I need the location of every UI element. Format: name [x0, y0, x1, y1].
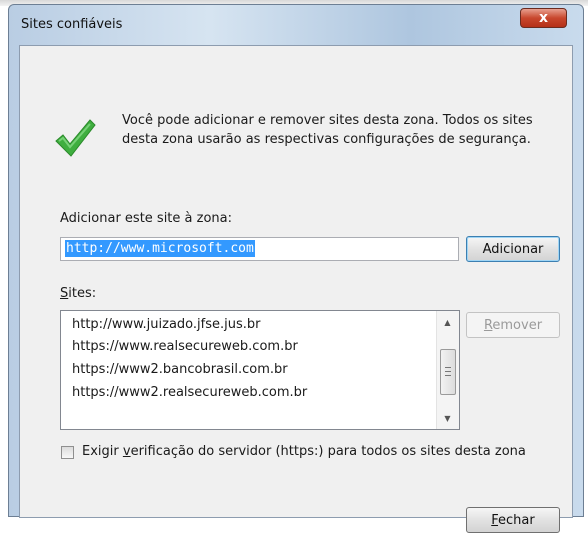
- scroll-grip-icon: [445, 367, 451, 376]
- sites-scrollbar[interactable]: ▲ ▼: [436, 311, 459, 429]
- https-checkbox[interactable]: [61, 446, 74, 459]
- dialog-content: Você pode adicionar e remover sites dest…: [19, 45, 573, 533]
- remove-button[interactable]: Remover: [466, 312, 560, 338]
- close-rest: echar: [498, 512, 535, 528]
- info-text-line1: Você pode adicionar e remover sites dest…: [122, 113, 533, 128]
- green-check-icon: [55, 119, 96, 157]
- remove-button-label: Remover: [484, 318, 542, 333]
- add-button[interactable]: Adicionar: [466, 236, 560, 262]
- add-button-label: Adicionar: [482, 241, 544, 257]
- list-item[interactable]: http://www.juizado.jfse.jus.br: [72, 317, 260, 332]
- https-label-post: erificação do servidor (https:) para tod…: [130, 444, 526, 459]
- close-window-button[interactable]: x: [520, 8, 567, 28]
- scroll-thumb[interactable]: [440, 349, 456, 395]
- list-item[interactable]: https://www2.bancobrasil.com.br: [72, 362, 288, 377]
- add-site-input[interactable]: http://www.microsoft.com: [60, 237, 459, 261]
- sites-list[interactable]: http://www.juizado.jfse.jus.br https://w…: [60, 310, 460, 430]
- add-site-input-value: http://www.microsoft.com: [65, 240, 255, 257]
- scroll-up-arrow-icon[interactable]: ▲: [437, 313, 458, 331]
- sites-label-rest: ites:: [68, 286, 97, 301]
- list-item[interactable]: https://www.realsecureweb.com.br: [72, 339, 298, 354]
- close-accel: F: [491, 512, 499, 528]
- close-icon: x: [538, 10, 549, 26]
- remove-rest: emover: [492, 317, 543, 333]
- list-item[interactable]: https://www2.realsecureweb.com.br: [72, 385, 307, 400]
- close-button[interactable]: Fechar: [466, 507, 560, 533]
- add-site-label: Adicionar este site à zona:: [60, 211, 232, 226]
- https-checkbox-label[interactable]: Exigir verificação do servidor (https:) …: [82, 444, 526, 459]
- scroll-down-arrow-icon[interactable]: ▼: [437, 409, 458, 427]
- https-label-pre: Exigir: [82, 444, 123, 459]
- sites-label: Sites:: [60, 286, 96, 301]
- close-button-label: Fechar: [491, 513, 534, 528]
- window-title: Sites confiáveis: [21, 17, 123, 32]
- https-label-accel: v: [122, 444, 131, 459]
- dialog-window: Sites confiáveis x Você pode adicionar e…: [8, 4, 584, 533]
- info-text-line2: desta zona usarão as respectivas configu…: [122, 132, 531, 147]
